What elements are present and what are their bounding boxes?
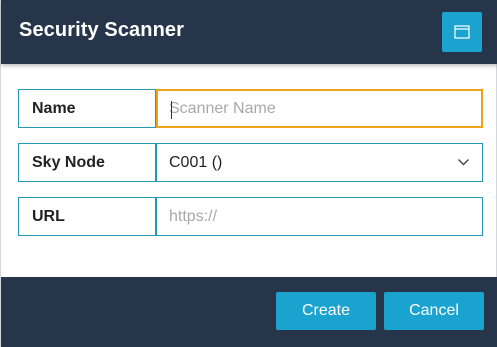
dialog-title: Security Scanner [19, 19, 185, 41]
sky-node-select[interactable]: C001 () [156, 143, 483, 182]
sky-node-selected-value: C001 () [169, 153, 223, 171]
url-field-wrapper[interactable] [156, 197, 483, 236]
chevron-down-icon [458, 159, 469, 166]
cancel-button[interactable]: Cancel [384, 292, 484, 330]
window-maximize-icon [454, 25, 470, 39]
create-button[interactable]: Create [276, 292, 376, 330]
scanner-name-input[interactable] [158, 91, 481, 126]
maximize-button[interactable] [442, 12, 482, 52]
name-label: Name [18, 89, 156, 128]
url-label: URL [18, 197, 156, 236]
sky-node-row: Sky Node C001 () [18, 143, 483, 182]
dialog-footer: Create Cancel [1, 277, 497, 347]
security-scanner-dialog: Security Scanner Name Sky Node C001 () U… [0, 0, 497, 347]
url-input[interactable] [157, 198, 482, 235]
name-row: Name [18, 89, 483, 128]
dialog-header: Security Scanner [1, 0, 497, 64]
text-caret [171, 101, 172, 119]
name-field-wrapper[interactable] [156, 89, 483, 128]
url-row: URL [18, 197, 483, 236]
sky-node-label: Sky Node [18, 143, 156, 182]
